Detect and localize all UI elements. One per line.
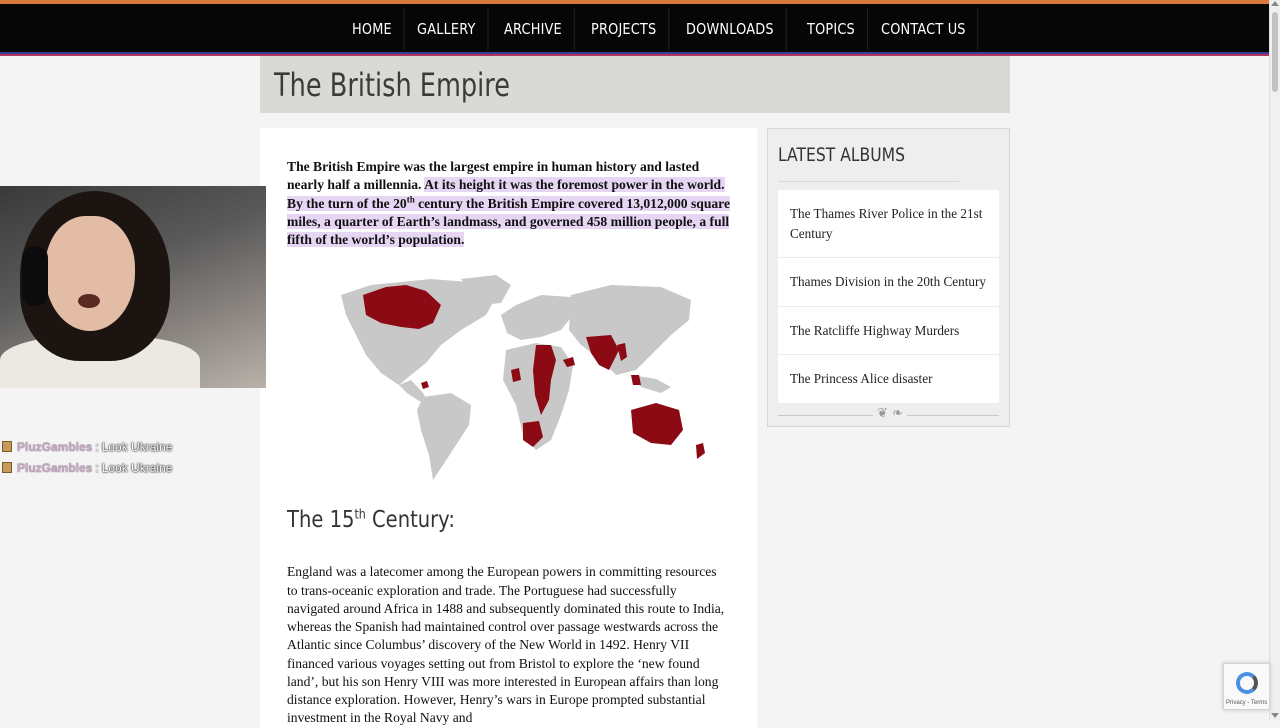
chat-badge-icon (2, 462, 12, 473)
album-link[interactable]: The Ratcliffe Highway Murders (778, 307, 999, 355)
nav-projects[interactable]: PROJECTS (579, 8, 669, 50)
asia-land (569, 285, 691, 376)
page-scrollbar[interactable] (1269, 0, 1280, 720)
chat-message: PluzGambles : Look Ukraine (2, 436, 172, 457)
empire-new-zealand (696, 443, 705, 460)
chat-username: PluzGambles (17, 439, 93, 454)
section-heading-sup: th (354, 507, 366, 523)
scrollbar-thumb[interactable] (1272, 12, 1278, 92)
section-heading: The 15th Century: (287, 507, 664, 533)
british-empire-world-map (341, 275, 705, 481)
nav-archive[interactable]: ARCHIVE (492, 8, 576, 50)
empire-caribbean (421, 381, 429, 390)
recaptcha-footer[interactable]: Privacy - Terms (1226, 700, 1267, 706)
chat-badge-icon (2, 441, 12, 452)
scroll-down-icon[interactable] (1271, 713, 1279, 718)
intro-superscript: th (406, 194, 415, 205)
recaptcha-icon (1236, 672, 1258, 694)
ornament-icon: ❦ ❧ (873, 405, 907, 421)
nav-home[interactable]: HOME (340, 8, 405, 50)
album-link[interactable]: Thames Division in the 20th Century (778, 258, 999, 307)
headset-icon (22, 246, 48, 306)
sidebar-heading: LATEST ALBUMS (778, 129, 960, 182)
recaptcha-badge[interactable]: Privacy - Terms (1223, 663, 1270, 710)
empire-australia (631, 403, 683, 446)
section-heading-post: Century: (365, 507, 455, 534)
nav-downloads[interactable]: DOWNLOADS (674, 8, 787, 50)
top-navigation-bar: HOME GALLERY ARCHIVE PROJECTS DOWNLOADS … (0, 0, 1270, 56)
nav-contact-us[interactable]: CONTACT US (869, 8, 979, 50)
scroll-up-icon[interactable] (1271, 1, 1279, 6)
chat-username: PluzGambles (17, 460, 93, 475)
ornament-divider: ❦ ❧ (778, 404, 999, 426)
chat-message: PluzGambles : Look Ukraine (2, 457, 172, 478)
chat-text: Look Ukraine (101, 460, 173, 475)
chat-separator: : (95, 460, 99, 475)
section-body-paragraph: England was a latecomer among the Europe… (287, 564, 725, 726)
nav-gallery[interactable]: GALLERY (405, 8, 489, 50)
section-heading-pre: The 15 (287, 507, 355, 534)
chat-text: Look Ukraine (101, 439, 173, 454)
europe-land (501, 295, 573, 341)
webcam-person-face (45, 216, 135, 331)
main-nav: HOME GALLERY ARCHIVE PROJECTS DOWNLOADS … (340, 8, 987, 50)
chat-separator: : (95, 439, 99, 454)
webcam-person-mouth (78, 294, 100, 308)
album-link[interactable]: The Princess Alice disaster (778, 355, 999, 404)
page-title-band: The British Empire (260, 56, 1010, 113)
nav-topics[interactable]: TOPICS (795, 8, 868, 50)
album-link[interactable]: The Thames River Police in the 21st Cent… (778, 190, 999, 258)
latest-albums-sidebar: LATEST ALBUMS The Thames River Police in… (767, 128, 1010, 427)
album-list: The Thames River Police in the 21st Cent… (778, 190, 999, 404)
page-title: The British Empire (274, 66, 510, 104)
intro-paragraph: The British Empire was the largest empir… (287, 158, 730, 249)
south-america-land (417, 393, 471, 481)
webcam-overlay (0, 186, 266, 388)
article-content: The British Empire was the largest empir… (260, 128, 757, 728)
stream-chat-overlay: PluzGambles : Look Ukraine PluzGambles :… (2, 436, 172, 478)
